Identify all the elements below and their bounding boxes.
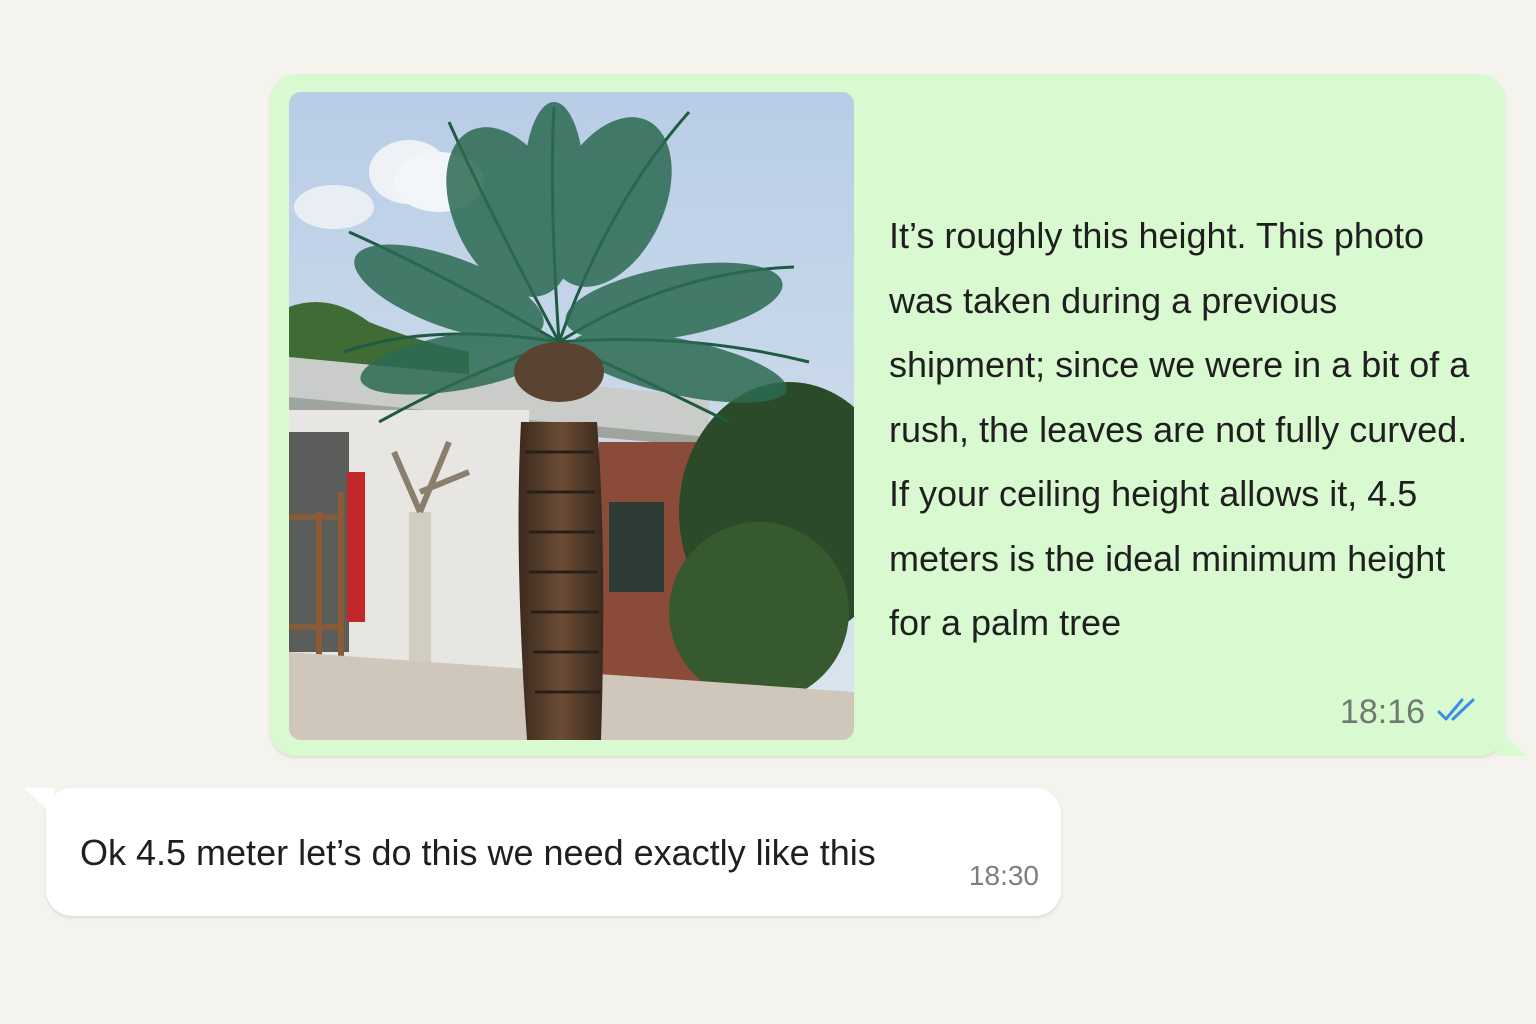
- incoming-message-bubble[interactable]: Ok 4.5 meter let’s do this we need exact…: [24, 788, 1061, 916]
- outgoing-message-bubble[interactable]: It’s roughly this height. This photo was…: [270, 74, 1527, 756]
- photo-image: [289, 92, 854, 740]
- outgoing-message-text: It’s roughly this height. This photo was…: [889, 215, 1470, 643]
- incoming-timestamp: 18:30: [968, 860, 1039, 891]
- double-check-icon: [1437, 697, 1479, 728]
- outgoing-timestamp: 18:16: [1339, 693, 1425, 731]
- bubble-tail: [1497, 728, 1527, 756]
- palm-tree-photo[interactable]: [289, 92, 854, 740]
- bubble-tail: [24, 788, 54, 816]
- incoming-message-text: Ok 4.5 meter let’s do this we need exact…: [80, 832, 876, 873]
- outgoing-message-meta: 18:16: [1340, 693, 1479, 732]
- chat-view: It’s roughly this height. This photo was…: [0, 0, 1536, 1024]
